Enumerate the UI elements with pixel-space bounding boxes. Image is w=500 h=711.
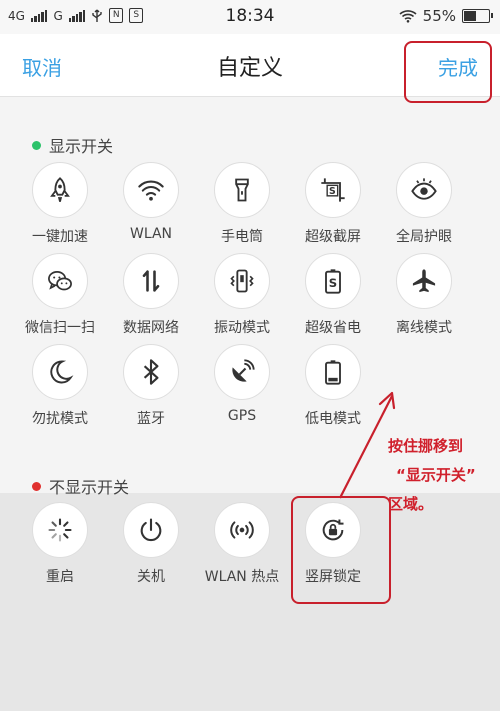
super-power-saving-icon: S (325, 269, 341, 294)
toggle-tile-flashlight[interactable]: 手电筒 (197, 162, 287, 246)
status-right: 55% (399, 7, 493, 25)
tile-label: 蓝牙 (137, 411, 165, 427)
tile-label: 微信扫一扫 (25, 320, 95, 336)
rotation-lock-highlight-box (291, 496, 391, 604)
wechat-scan-icon (48, 271, 72, 291)
moon-icon (50, 360, 74, 384)
tile-label: 全局护眼 (396, 229, 452, 245)
toggle-tile-low-battery[interactable]: 低电模式 (288, 344, 378, 428)
toggle-tile-power-off[interactable]: 关机 (106, 502, 196, 586)
status-bar: 4G G N S 18:34 55% (0, 0, 500, 34)
toggle-tile-eye-care[interactable]: 全局护眼 (379, 162, 469, 246)
toggle-tile-super-screenshot[interactable]: S 超级截屏 (288, 162, 378, 246)
wifi-icon (138, 180, 164, 201)
airplane-icon (412, 269, 436, 293)
done-highlight-box (404, 41, 492, 103)
battery-percent: 55% (422, 7, 456, 25)
power-icon (140, 518, 162, 542)
eye-icon (411, 178, 437, 200)
tile-label: WLAN (129, 226, 172, 242)
toggle-tile-airplane[interactable]: 离线模式 (379, 253, 469, 337)
hidden-section-header: 不显示开关 (32, 474, 129, 498)
toggle-tile-bluetooth[interactable]: 蓝牙 (106, 344, 196, 428)
hidden-section-title: 不显示开关 (49, 478, 130, 497)
tile-label: 勿扰模式 (32, 411, 88, 427)
rocket-icon (50, 177, 70, 202)
tile-label: 一键加速 (32, 229, 88, 245)
shown-section-header: 显示开关 (32, 133, 113, 157)
vibrate-icon (230, 269, 254, 293)
toggle-tile-data-network[interactable]: 数据网络 (106, 253, 196, 337)
toggle-tile-wlan[interactable]: WLAN (106, 162, 196, 242)
tile-label: 低电模式 (305, 411, 361, 427)
tile-label: GPS (227, 408, 257, 424)
tile-label: 手电筒 (221, 229, 263, 245)
tile-label: 关机 (137, 569, 165, 585)
tile-label: 重启 (46, 569, 74, 585)
wifi-status-icon (399, 10, 417, 23)
super-screenshot-icon: S (321, 178, 345, 202)
shown-section-title: 显示开关 (49, 137, 114, 156)
shown-section-dot (32, 140, 41, 150)
toggle-tile-wechat-scan[interactable]: 微信扫一扫 (15, 253, 105, 337)
low-battery-icon (325, 360, 341, 385)
toggle-tile-wlan-hotspot[interactable]: WLAN 热点 (197, 502, 287, 586)
instruction-line-1: 按住挪移到 (388, 437, 464, 455)
instruction-line-2: “显示开关” (396, 466, 476, 484)
toggle-tile-gps[interactable]: GPS (197, 344, 287, 424)
gps-icon (232, 359, 255, 382)
bluetooth-icon (143, 359, 159, 385)
svg-text:S: S (329, 276, 337, 290)
tile-label: 振动模式 (214, 320, 270, 336)
svg-text:S: S (329, 186, 336, 197)
hotspot-icon (230, 521, 254, 539)
data-network-icon (142, 270, 160, 292)
restart-icon (48, 518, 72, 542)
tile-label: 数据网络 (123, 320, 179, 336)
tile-label: 离线模式 (396, 320, 452, 336)
instruction-line-3: 区域。 (388, 495, 434, 513)
toggle-tile-super-power-saving[interactable]: S 超级省电 (288, 253, 378, 337)
cancel-button[interactable]: 取消 (22, 52, 62, 81)
toggle-tile-speed-up[interactable]: 一键加速 (15, 162, 105, 246)
tile-label: 超级截屏 (305, 229, 361, 245)
toggle-tile-restart[interactable]: 重启 (15, 502, 105, 586)
tile-label: WLAN 热点 (204, 569, 280, 585)
battery-icon (462, 9, 493, 23)
flashlight-icon (235, 178, 249, 202)
hidden-section-dot (32, 481, 41, 491)
toggle-tile-vibrate[interactable]: 振动模式 (197, 253, 287, 337)
tile-label: 超级省电 (305, 320, 361, 336)
toggle-tile-do-not-disturb[interactable]: 勿扰模式 (15, 344, 105, 428)
drag-instruction-note: 按住挪移到 “显示开关” 区域。 (388, 432, 476, 519)
